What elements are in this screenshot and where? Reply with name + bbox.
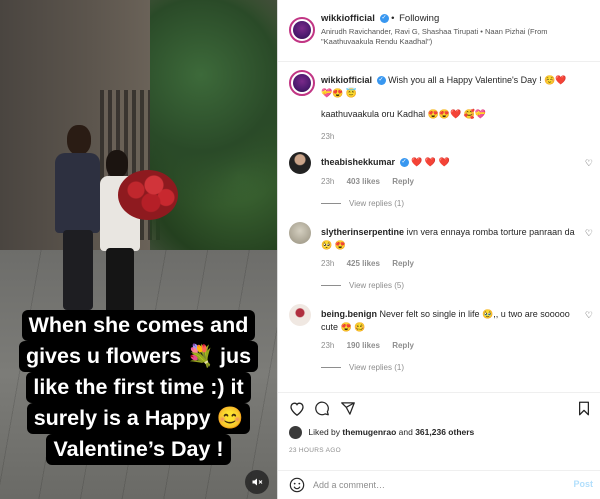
mute-button[interactable] [245, 470, 269, 494]
post-header: wikkiofficial ✓ • Following Anirudh Ravi… [278, 0, 600, 62]
avatar [289, 426, 302, 439]
comment-time: 23h [321, 177, 335, 186]
media-caption-overlay: When she comes and gives u flowers 💐 jus… [0, 310, 277, 465]
avatar[interactable] [289, 70, 315, 96]
username-link[interactable]: wikkiofficial [321, 13, 375, 24]
view-replies-button[interactable]: View replies (5) [321, 281, 404, 290]
caption-line2: kaathuvaakula oru Kadhal 😍😍❤️ 🥰💝 [321, 109, 487, 119]
caption-time: 23h [321, 132, 335, 141]
emoji-smiley-icon[interactable] [289, 477, 305, 496]
comment-likes[interactable]: 403 likes [347, 177, 380, 186]
caption-username[interactable]: wikkiofficial [321, 75, 372, 85]
avatar[interactable] [289, 304, 311, 326]
flower-bouquet [118, 170, 178, 220]
caption-line: surely is a Happy 😊 [26, 403, 251, 434]
following-button[interactable]: Following [399, 13, 439, 24]
comment-username[interactable]: being.benign [321, 309, 377, 319]
caption-line: Valentine’s Day ! [46, 434, 231, 465]
save-bookmark-icon[interactable] [577, 401, 591, 419]
caption-line: When she comes and [21, 310, 256, 341]
comment-likes[interactable]: 190 likes [347, 341, 380, 350]
dot-separator: • [391, 13, 398, 24]
post-comment-button[interactable]: Post [573, 479, 593, 489]
likes-and: and [398, 426, 413, 437]
post-panel: wikkiofficial ✓ • Following Anirudh Ravi… [277, 0, 600, 499]
view-replies-button[interactable]: View replies (1) [321, 363, 404, 372]
caption-line: like the first time :) it [26, 372, 251, 403]
reply-button[interactable]: Reply [392, 259, 414, 268]
media-person-man [55, 125, 100, 310]
likes-summary: Liked by themugenrao and 361,236 others [289, 426, 474, 439]
comment-time: 23h [321, 341, 335, 350]
comment-text: ❤️ ❤️ ❤️ [411, 157, 450, 167]
comment-bubble-icon[interactable] [314, 401, 330, 419]
view-replies-button[interactable]: View replies (1) [321, 199, 404, 208]
liker-username[interactable]: themugenrao [342, 427, 396, 437]
like-comment-heart-icon[interactable]: ♡ [585, 158, 593, 169]
avatar[interactable] [289, 152, 311, 174]
avatar[interactable] [289, 17, 315, 43]
reply-button[interactable]: Reply [392, 177, 414, 186]
like-comment-heart-icon[interactable]: ♡ [585, 310, 593, 321]
audio-track-link[interactable]: Anirudh Ravichander, Ravi G, Shashaa Tir… [321, 27, 591, 47]
likes-prefix: Liked by [308, 426, 341, 437]
post-timestamp[interactable]: 23 HOURS AGO [289, 447, 341, 454]
comments-list[interactable]: wikkiofficial ✓ Wish you all a Happy Val… [278, 62, 600, 392]
reply-button[interactable]: Reply [392, 341, 414, 350]
comment-time: 23h [321, 259, 335, 268]
verified-badge-icon: ✓ [376, 76, 386, 86]
like-comment-heart-icon[interactable]: ♡ [585, 228, 593, 239]
caption-line: gives u flowers 💐 jus [18, 341, 259, 372]
post-actions-bar [278, 392, 600, 422]
verified-badge-icon: ✓ [399, 158, 409, 168]
speaker-muted-icon [252, 478, 263, 486]
comment-username[interactable]: theabishekkumar [321, 157, 395, 167]
comment-likes[interactable]: 425 likes [347, 259, 380, 268]
add-comment-bar: Post [278, 470, 600, 499]
verified-badge-icon: ✓ [379, 13, 389, 23]
share-paper-plane-icon[interactable] [340, 401, 356, 419]
avatar[interactable] [289, 222, 311, 244]
likes-count-link[interactable]: 361,236 others [415, 427, 474, 437]
comment-input[interactable] [313, 477, 553, 493]
like-heart-icon[interactable] [289, 401, 305, 419]
post-media[interactable]: When she comes and gives u flowers 💐 jus… [0, 0, 277, 499]
comment-username[interactable]: slytherinserpentine [321, 227, 404, 237]
